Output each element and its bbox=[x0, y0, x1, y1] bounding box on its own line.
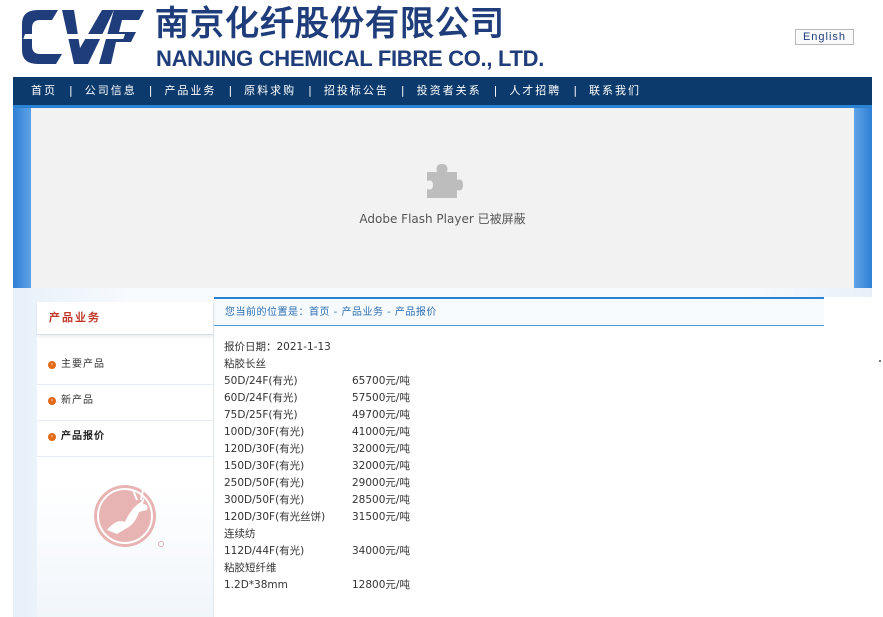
quote-date-value: 2021-1-13 bbox=[276, 341, 331, 353]
quote-section-title: 粘胶长丝 bbox=[224, 358, 266, 370]
nav-separator: | bbox=[148, 84, 153, 97]
content-area: 产品业务 › 主要产品 › 新产品 › 产品报价 您当前的位置是：首页 - 产品业务 - … bbox=[13, 288, 872, 617]
nav-item-3[interactable]: 原料求购 bbox=[244, 77, 296, 105]
flash-placeholder[interactable]: Adobe Flash Player 已被屏蔽 bbox=[31, 108, 854, 288]
breadcrumb-text[interactable]: 您当前的位置是：首页 - 产品业务 - 产品报价 bbox=[225, 307, 437, 319]
nav-separator: | bbox=[308, 84, 312, 97]
main-content: 您当前的位置是：首页 - 产品业务 - 产品报价 报价日期：2021-1-13 粘… bbox=[214, 297, 872, 617]
quote-spec: 50D/24F(有光) bbox=[224, 375, 298, 387]
quote-price: 31500元/吨 bbox=[352, 511, 410, 523]
sidebar-title-text: 产品业务 bbox=[49, 311, 101, 324]
quote-price: 32000元/吨 bbox=[352, 460, 410, 472]
stray-dot bbox=[879, 360, 881, 362]
breadcrumb: 您当前的位置是：首页 - 产品业务 - 产品报价 bbox=[214, 297, 824, 326]
quote-spec: 1.2D*38mm bbox=[224, 579, 288, 591]
banner: Adobe Flash Player 已被屏蔽 bbox=[13, 108, 872, 288]
nav-item-1[interactable]: 公司信息 bbox=[85, 77, 137, 105]
nav-separator: | bbox=[493, 84, 498, 97]
main-navigation: 首页 | 公司信息 | 产品业务 | 原料求购 | 招投标公告 | 投资者关系 | 人才招聘 | 联系我们 bbox=[13, 77, 872, 108]
quote-price: 34000元/吨 bbox=[352, 545, 410, 557]
sidebar-item-2[interactable]: › 产品报价 bbox=[37, 422, 213, 457]
quote-spec: 75D/25F(有光) bbox=[224, 409, 298, 421]
deer-emblem-icon bbox=[94, 485, 164, 547]
company-logo[interactable] bbox=[18, 4, 146, 70]
quote-spec: 100D/30F(有光) bbox=[224, 426, 305, 438]
quote-date-line: 报价日期：2021-1-13 bbox=[224, 339, 331, 356]
quote-price: 28500元/吨 bbox=[352, 494, 410, 506]
quote-date-label: 报价日期： bbox=[224, 341, 277, 353]
bullet-arrow-icon: › bbox=[48, 361, 56, 369]
quote-price: 49700元/吨 bbox=[352, 409, 410, 421]
sidebar-item-1[interactable]: › 新产品 bbox=[37, 386, 213, 421]
nav-item-6[interactable]: 人才招聘 bbox=[509, 77, 561, 105]
quote-section-title: 粘胶短纤维 bbox=[224, 562, 277, 574]
sidebar-item-label: 产品报价 bbox=[61, 431, 105, 442]
quote-spec: 60D/24F(有光) bbox=[224, 392, 298, 404]
quote-price: 41000元/吨 bbox=[352, 426, 410, 438]
quote-spec: 120D/30F(有光) bbox=[224, 443, 305, 455]
sidebar: 产品业务 › 主要产品 › 新产品 › 产品报价 bbox=[37, 302, 214, 617]
quote-section-title: 连续纺 bbox=[224, 528, 256, 540]
sidebar-title: 产品业务 bbox=[37, 302, 213, 335]
nav-separator: | bbox=[228, 84, 233, 97]
quote-price: 12800元/吨 bbox=[352, 579, 410, 591]
quote-spec: 112D/44F(有光) bbox=[224, 545, 305, 557]
nav-item-5[interactable]: 投资者关系 bbox=[417, 77, 482, 105]
bullet-arrow-icon: › bbox=[48, 397, 56, 405]
nav-list: 首页 | 公司信息 | 产品业务 | 原料求购 | 招投标公告 | 投资者关系 | 人才招聘 | 联系我们 bbox=[13, 77, 641, 105]
company-name-cn: 南京化纤股份有限公司 bbox=[155, 4, 505, 44]
nav-item-2[interactable]: 产品业务 bbox=[164, 77, 216, 105]
english-language-link[interactable]: English bbox=[795, 29, 854, 45]
nav-item-4[interactable]: 招投标公告 bbox=[324, 77, 389, 105]
quote-price: 57500元/吨 bbox=[352, 392, 410, 404]
quote-spec: 150D/30F(有光) bbox=[224, 460, 305, 472]
sidebar-item-label: 主要产品 bbox=[61, 359, 105, 370]
nav-separator: | bbox=[69, 84, 73, 97]
nav-item-0[interactable]: 首页 bbox=[31, 77, 57, 105]
flash-blocked-message: Adobe Flash Player 已被屏蔽 bbox=[359, 212, 526, 226]
quote-spec: 300D/50F(有光) bbox=[224, 494, 305, 506]
nav-item-7[interactable]: 联系我们 bbox=[589, 77, 641, 105]
site-header: 南京化纤股份有限公司 NANJING CHEMICAL FIBRE CO., L… bbox=[0, 0, 883, 77]
bullet-arrow-icon: › bbox=[48, 433, 56, 441]
quote-spec: 250D/50F(有光) bbox=[224, 477, 305, 489]
sidebar-item-label: 新产品 bbox=[61, 395, 94, 406]
quote-price: 65700元/吨 bbox=[352, 375, 410, 387]
nav-separator: | bbox=[400, 84, 405, 97]
nav-separator: | bbox=[573, 84, 578, 97]
company-name-en: NANJING CHEMICAL FIBRE CO., LTD. bbox=[156, 46, 545, 71]
puzzle-plugin-icon bbox=[427, 164, 463, 198]
quote-price: 32000元/吨 bbox=[352, 443, 410, 455]
quote-price: 29000元/吨 bbox=[352, 477, 410, 489]
sidebar-item-0[interactable]: › 主要产品 bbox=[37, 350, 213, 385]
quote-spec: 120D/30F(有光丝饼) bbox=[224, 511, 326, 523]
